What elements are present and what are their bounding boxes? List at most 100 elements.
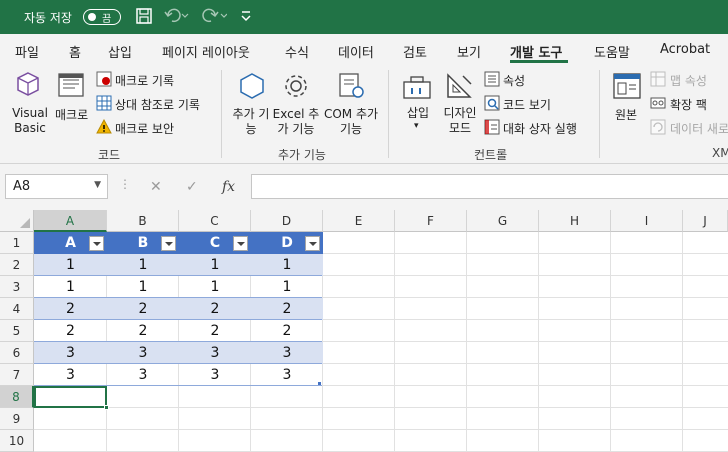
table-header-cell[interactable]: C (179, 232, 251, 254)
tab-data[interactable]: 데이터 (338, 42, 374, 61)
addins-button[interactable]: 추가 기능 (232, 107, 270, 137)
table-cell[interactable]: 2 (34, 320, 107, 342)
tab-view[interactable]: 보기 (457, 42, 481, 61)
relative-refs-icon[interactable] (96, 95, 112, 114)
table-cell[interactable]: 1 (251, 254, 323, 276)
tab-acrobat[interactable]: Acrobat (660, 42, 710, 57)
table-cell[interactable]: 1 (179, 276, 251, 298)
chevron-down-icon[interactable]: ▾ (414, 121, 419, 131)
row-header-10[interactable]: 10 (0, 430, 34, 452)
undo-icon[interactable] (164, 7, 190, 29)
column-header-g[interactable]: G (467, 210, 539, 232)
column-header-e[interactable]: E (323, 210, 395, 232)
table-cell[interactable]: 1 (107, 254, 179, 276)
macro-security-button[interactable]: 매크로 보안 (115, 120, 174, 137)
table-header-cell[interactable]: B (107, 232, 179, 254)
xml-source-icon[interactable] (612, 72, 642, 103)
row-header-6[interactable]: 6 (0, 342, 34, 364)
design-mode-button[interactable]: 디자인 모드 (440, 106, 480, 136)
tab-page-layout[interactable]: 페이지 레이아웃 (162, 42, 250, 61)
fill-handle[interactable] (104, 405, 109, 410)
row-header-8[interactable]: 8 (0, 386, 34, 408)
table-cell[interactable]: 3 (107, 364, 179, 386)
run-dialog-button[interactable]: 대화 상자 실행 (503, 120, 577, 137)
record-macro-icon[interactable] (96, 71, 112, 90)
tab-review[interactable]: 검토 (403, 42, 427, 61)
visual-basic-button[interactable]: Visual Basic (8, 106, 52, 136)
cancel-icon[interactable]: ✕ (150, 179, 162, 195)
column-header-f[interactable]: F (395, 210, 467, 232)
table-cell[interactable]: 1 (107, 276, 179, 298)
toolbox-icon[interactable] (402, 74, 432, 103)
table-cell[interactable]: 2 (251, 320, 323, 342)
filter-dropdown-icon[interactable] (89, 236, 104, 251)
com-addins-button[interactable]: COM 추가 기능 (322, 107, 380, 137)
save-icon[interactable] (135, 7, 153, 29)
xml-source-button[interactable]: 원본 (615, 106, 637, 123)
filter-dropdown-icon[interactable] (233, 236, 248, 251)
gear-icon[interactable] (281, 72, 311, 103)
addins-icon[interactable] (237, 72, 267, 103)
tab-developer[interactable]: 개발 도구 (510, 42, 562, 61)
insert-control-button[interactable]: 삽입 (402, 106, 434, 121)
select-all-corner[interactable] (0, 210, 34, 232)
relative-refs-button[interactable]: 상대 참조로 기록 (115, 96, 200, 113)
active-cell-a8[interactable] (34, 386, 109, 410)
table-cell[interactable]: 3 (34, 364, 107, 386)
row-header-5[interactable]: 5 (0, 320, 34, 342)
formula-input[interactable] (251, 174, 728, 199)
autosave-toggle[interactable]: 끔 (83, 9, 121, 25)
com-addins-icon[interactable] (336, 72, 366, 103)
column-header-d[interactable]: D (251, 210, 323, 232)
row-header-7[interactable]: 7 (0, 364, 34, 386)
row-header-1[interactable]: 1 (0, 232, 34, 254)
view-code-button[interactable]: 코드 보기 (503, 96, 551, 113)
excel-addins-button[interactable]: Excel 추가 기능 (272, 107, 320, 137)
table-header-cell[interactable]: A (34, 232, 107, 254)
table-cell[interactable]: 1 (34, 276, 107, 298)
table-header-cell[interactable]: D (251, 232, 323, 254)
table-cell[interactable]: 3 (107, 342, 179, 364)
row-header-9[interactable]: 9 (0, 408, 34, 430)
column-header-j[interactable]: J (683, 210, 728, 232)
table-cell[interactable]: 1 (34, 254, 107, 276)
tab-help[interactable]: 도움말 (594, 42, 630, 61)
expansion-packs-icon[interactable] (650, 95, 666, 114)
enter-icon[interactable]: ✓ (186, 179, 198, 195)
design-mode-icon[interactable] (445, 72, 475, 103)
row-header-2[interactable]: 2 (0, 254, 34, 276)
table-cell[interactable]: 2 (107, 320, 179, 342)
visual-basic-icon[interactable] (14, 70, 42, 101)
table-cell[interactable]: 3 (251, 342, 323, 364)
filter-dropdown-icon[interactable] (161, 236, 176, 251)
row-header-3[interactable]: 3 (0, 276, 34, 298)
table-cell[interactable]: 3 (34, 342, 107, 364)
table-cell[interactable]: 3 (251, 364, 323, 386)
worksheet-grid[interactable]: ABCDEFGHIJ 1 2 3 4 5 6 7 8 9 10 ABCD1111111122222… (0, 210, 728, 452)
insert-function-icon[interactable]: fx (222, 179, 235, 195)
column-header-a[interactable]: A (34, 210, 107, 232)
table-cell[interactable]: 2 (107, 298, 179, 320)
expansion-packs-button[interactable]: 확장 팩 (670, 96, 707, 113)
table-cell[interactable]: 2 (251, 298, 323, 320)
properties-icon[interactable] (484, 71, 500, 90)
table-cell[interactable]: 2 (179, 298, 251, 320)
redo-icon[interactable] (201, 7, 228, 29)
tab-formulas[interactable]: 수식 (285, 42, 309, 61)
table-resize-handle[interactable] (318, 382, 321, 385)
table-cell[interactable]: 2 (34, 298, 107, 320)
row-header-4[interactable]: 4 (0, 298, 34, 320)
macros-button[interactable]: 매크로 (55, 106, 88, 123)
column-header-c[interactable]: C (179, 210, 251, 232)
column-header-i[interactable]: I (611, 210, 683, 232)
chevron-down-icon[interactable]: ▼ (94, 180, 101, 190)
warning-icon[interactable] (96, 118, 112, 138)
customize-qat-icon[interactable] (240, 9, 252, 27)
tab-file[interactable]: 파일 (15, 42, 39, 61)
macros-icon[interactable] (57, 72, 87, 103)
tab-insert[interactable]: 삽입 (108, 42, 132, 61)
tab-home[interactable]: 홈 (69, 42, 81, 61)
view-code-icon[interactable] (484, 95, 500, 114)
run-dialog-icon[interactable] (484, 119, 500, 138)
name-box[interactable]: A8 ▼ (5, 174, 108, 199)
